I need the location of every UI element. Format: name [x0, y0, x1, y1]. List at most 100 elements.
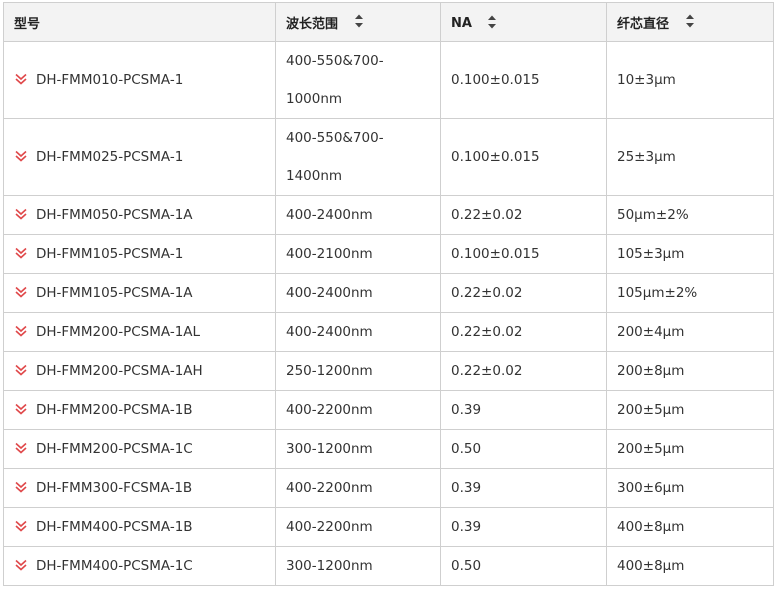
sort-up-down-icon[interactable] [353, 13, 365, 29]
model-text: DH-FMM105-PCSMA-1A [36, 285, 193, 301]
cell-core-diameter: 25±3μm [606, 118, 774, 196]
model-text: DH-FMM010-PCSMA-1 [36, 72, 184, 88]
wavelength-text: 300-1200nm [286, 441, 373, 457]
cell-model: DH-FMM400-PCSMA-1C [3, 546, 276, 586]
cell-wavelength: 400-2200nm [275, 468, 441, 508]
table-row[interactable]: DH-FMM105-PCSMA-1 400-2100nm 0.100±0.015 10… [3, 234, 774, 274]
cell-wavelength: 400-2200nm [275, 507, 441, 547]
table-row[interactable]: DH-FMM200-PCSMA-1AL 400-2400nm 0.22±0.02 20… [3, 312, 774, 352]
cell-wavelength: 400-550&700- 1000nm [275, 41, 441, 119]
table-row[interactable]: DH-FMM105-PCSMA-1A 400-2400nm 0.22±0.02 105… [3, 273, 774, 313]
cell-na: 0.100±0.015 [440, 118, 607, 196]
wavelength-text: 400-2200nm [286, 480, 373, 496]
cell-na: 0.50 [440, 546, 607, 586]
cell-na: 0.22±0.02 [440, 312, 607, 352]
cell-core-diameter: 400±8μm [606, 546, 774, 586]
double-chevron-down-icon[interactable] [14, 149, 28, 163]
model-text: DH-FMM300-FCSMA-1B [36, 480, 193, 496]
cell-wavelength: 400-2200nm [275, 390, 441, 430]
table-header-row: 型号 波长范围 NA 纤芯直径 [3, 2, 774, 42]
cell-wavelength: 400-2400nm [275, 195, 441, 235]
cell-wavelength: 300-1200nm [275, 429, 441, 469]
wavelength-text: 1000nm [286, 91, 343, 107]
cell-na: 0.22±0.02 [440, 273, 607, 313]
double-chevron-down-icon[interactable] [14, 519, 28, 533]
header-label: 波长范围 [286, 16, 339, 32]
cell-na: 0.39 [440, 507, 607, 547]
wavelength-text: 400-2200nm [286, 402, 373, 418]
table-row[interactable]: DH-FMM200-PCSMA-1C 300-1200nm 0.50 200±5μm [3, 429, 774, 469]
header-na[interactable]: NA [440, 2, 607, 42]
cell-wavelength: 250-1200nm [275, 351, 441, 391]
header-label: NA [451, 15, 472, 31]
cell-wavelength: 300-1200nm [275, 546, 441, 586]
model-text: DH-FMM200-PCSMA-1AH [36, 363, 203, 379]
cell-model: DH-FMM200-PCSMA-1C [3, 429, 276, 469]
wavelength-text: 400-2400nm [286, 324, 373, 340]
cell-model: DH-FMM300-FCSMA-1B [3, 468, 276, 508]
wavelength-text: 400-2100nm [286, 246, 373, 262]
sort-up-down-icon[interactable] [684, 13, 696, 29]
cell-na: 0.22±0.02 [440, 195, 607, 235]
cell-core-diameter: 105±3μm [606, 234, 774, 274]
wavelength-text: 400-2400nm [286, 207, 373, 223]
header-model[interactable]: 型号 [3, 2, 276, 42]
cell-core-diameter: 10±3μm [606, 41, 774, 119]
wavelength-text: 400-550&700- [286, 53, 384, 69]
table-row[interactable]: DH-FMM400-PCSMA-1C 300-1200nm 0.50 400±8μm [3, 546, 774, 586]
double-chevron-down-icon[interactable] [14, 72, 28, 86]
cell-model: DH-FMM010-PCSMA-1 [3, 41, 276, 119]
double-chevron-down-icon[interactable] [14, 402, 28, 416]
cell-model: DH-FMM400-PCSMA-1B [3, 507, 276, 547]
cell-na: 0.39 [440, 468, 607, 508]
cell-wavelength: 400-2400nm [275, 273, 441, 313]
header-wavelength[interactable]: 波长范围 [275, 2, 441, 42]
model-text: DH-FMM200-PCSMA-1B [36, 402, 193, 418]
product-spec-table: 型号 波长范围 NA 纤芯直径 DH-FMM010-PCSMA-1 400-55… [3, 2, 774, 586]
double-chevron-down-icon[interactable] [14, 324, 28, 338]
sort-up-down-icon[interactable] [486, 14, 498, 30]
double-chevron-down-icon[interactable] [14, 480, 28, 494]
cell-na: 0.39 [440, 390, 607, 430]
table-row[interactable]: DH-FMM200-PCSMA-1AH 250-1200nm 0.22±0.02 20… [3, 351, 774, 391]
cell-model: DH-FMM105-PCSMA-1A [3, 273, 276, 313]
double-chevron-down-icon[interactable] [14, 207, 28, 221]
cell-core-diameter: 200±5μm [606, 390, 774, 430]
table-row[interactable]: DH-FMM200-PCSMA-1B 400-2200nm 0.39 200±5μm [3, 390, 774, 430]
cell-wavelength: 400-2100nm [275, 234, 441, 274]
wavelength-text: 300-1200nm [286, 558, 373, 574]
model-text: DH-FMM200-PCSMA-1AL [36, 324, 201, 340]
double-chevron-down-icon[interactable] [14, 363, 28, 377]
cell-core-diameter: 105μm±2% [606, 273, 774, 313]
double-chevron-down-icon[interactable] [14, 285, 28, 299]
cell-core-diameter: 50μm±2% [606, 195, 774, 235]
model-text: DH-FMM200-PCSMA-1C [36, 441, 193, 457]
double-chevron-down-icon[interactable] [14, 246, 28, 260]
model-text: DH-FMM050-PCSMA-1A [36, 207, 193, 223]
cell-model: DH-FMM200-PCSMA-1B [3, 390, 276, 430]
table-row[interactable]: DH-FMM400-PCSMA-1B 400-2200nm 0.39 400±8μm [3, 507, 774, 547]
product-table-container: 型号 波长范围 NA 纤芯直径 DH-FMM010-PCSMA-1 400-55… [3, 2, 774, 586]
cell-model: DH-FMM200-PCSMA-1AL [3, 312, 276, 352]
wavelength-text: 400-550&700- [286, 130, 384, 146]
table-row[interactable]: DH-FMM010-PCSMA-1 400-550&700- 1000nm 0.100… [3, 41, 774, 119]
table-row[interactable]: DH-FMM300-FCSMA-1B 400-2200nm 0.39 300±6μm [3, 468, 774, 508]
cell-model: DH-FMM200-PCSMA-1AH [3, 351, 276, 391]
model-text: DH-FMM105-PCSMA-1 [36, 246, 184, 262]
model-text: DH-FMM025-PCSMA-1 [36, 149, 184, 165]
header-core-diameter[interactable]: 纤芯直径 [606, 2, 774, 42]
header-label: 型号 [14, 16, 41, 32]
double-chevron-down-icon[interactable] [14, 558, 28, 572]
cell-model: DH-FMM050-PCSMA-1A [3, 195, 276, 235]
table-row[interactable]: DH-FMM050-PCSMA-1A 400-2400nm 0.22±0.02 50μ… [3, 195, 774, 235]
cell-core-diameter: 200±4μm [606, 312, 774, 352]
table-row[interactable]: DH-FMM025-PCSMA-1 400-550&700- 1400nm 0.100… [3, 118, 774, 196]
model-text: DH-FMM400-PCSMA-1C [36, 558, 193, 574]
wavelength-text: 400-2200nm [286, 519, 373, 535]
wavelength-text: 250-1200nm [286, 363, 373, 379]
cell-model: DH-FMM025-PCSMA-1 [3, 118, 276, 196]
cell-na: 0.100±0.015 [440, 234, 607, 274]
double-chevron-down-icon[interactable] [14, 441, 28, 455]
cell-na: 0.100±0.015 [440, 41, 607, 119]
cell-core-diameter: 400±8μm [606, 507, 774, 547]
